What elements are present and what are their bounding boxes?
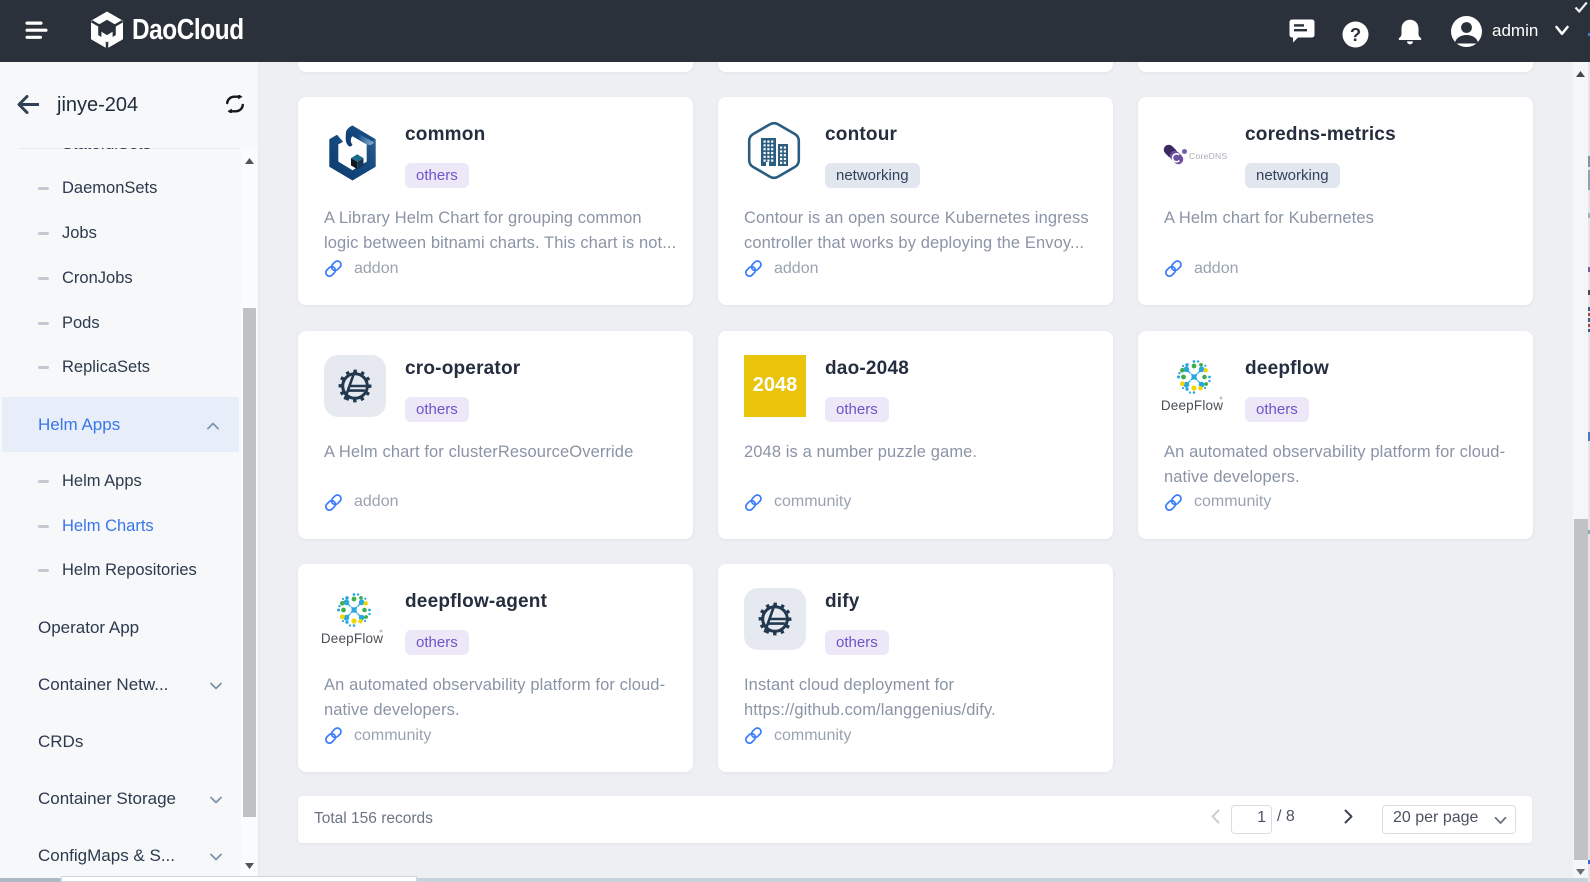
svg-text:DeepFlow: DeepFlow (322, 631, 383, 646)
svg-text:DeepFlow: DeepFlow (1162, 398, 1223, 413)
svg-text:CoreDNS: CoreDNS (1189, 151, 1228, 161)
svg-text:?: ? (1350, 24, 1361, 45)
